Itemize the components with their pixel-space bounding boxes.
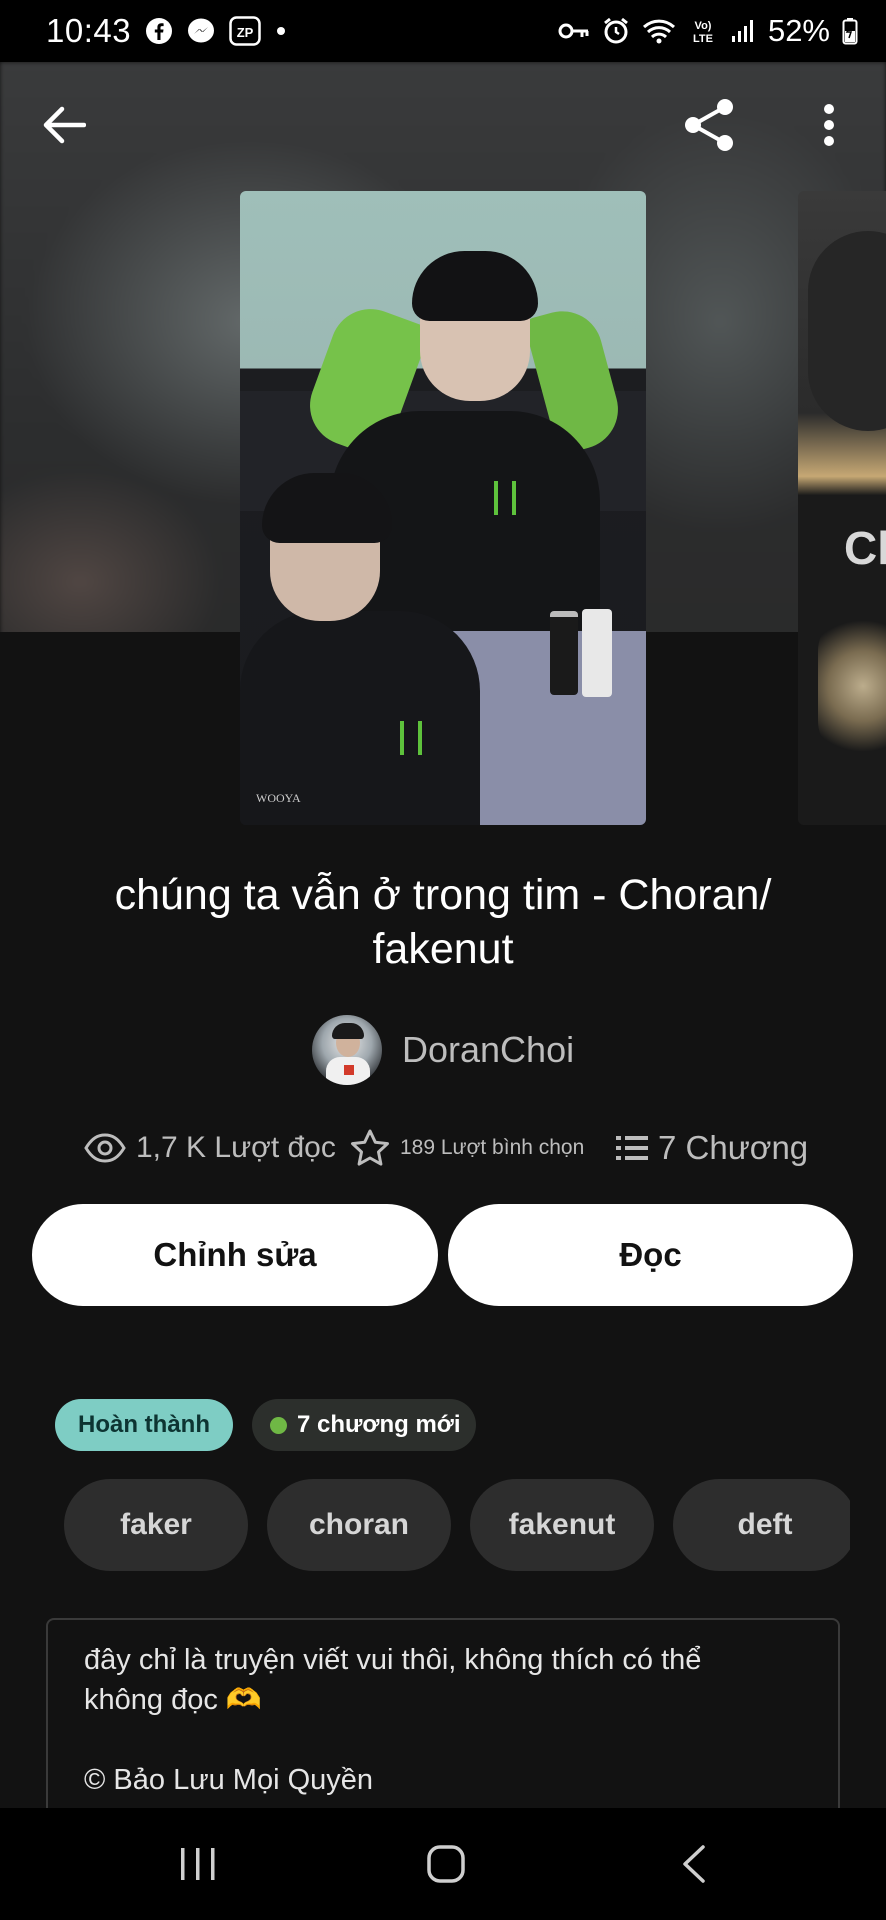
share-button[interactable] [676, 92, 742, 158]
status-time: 10:43 [46, 12, 132, 49]
star-icon [351, 1129, 389, 1166]
eye-icon [84, 1133, 126, 1163]
notification-dot-icon [275, 25, 287, 37]
home-icon [427, 1845, 465, 1883]
more-options-button[interactable] [806, 95, 852, 155]
alarm-icon [602, 17, 630, 45]
tag-chip[interactable]: choran [267, 1479, 451, 1571]
system-navigation-bar [0, 1808, 886, 1920]
next-cover-text: Ch [844, 522, 886, 574]
author-name: DoranChoi [402, 1029, 575, 1070]
next-story-cover[interactable]: Ch [798, 191, 886, 825]
reads-stat: 1,7 K Lượt đọc [84, 1120, 336, 1176]
author-link[interactable]: DoranChoi [312, 1012, 574, 1088]
cover-watermark: WOOYA [256, 791, 301, 805]
wifi-icon [642, 17, 676, 45]
svg-text:Vo): Vo) [695, 20, 712, 32]
tag-chip[interactable]: faker [64, 1479, 248, 1571]
read-button[interactable]: Đọc [448, 1204, 853, 1306]
svg-text:ZP: ZP [237, 25, 254, 40]
more-vertical-icon [824, 104, 834, 146]
new-indicator-dot-icon [270, 1416, 287, 1434]
story-stats: 1,7 K Lượt đọc 189 Lượt bình chọn 7 Chươ… [0, 1120, 886, 1176]
zalo-icon: ZP [229, 16, 261, 46]
battery-percent: 52% [767, 13, 830, 48]
story-cover-image[interactable]: WOOYA [240, 191, 646, 825]
recent-apps-icon [181, 1848, 215, 1880]
recent-apps-button[interactable] [148, 1830, 248, 1898]
system-back-button[interactable] [644, 1830, 744, 1898]
reads-count: 1,7 K Lượt đọc [136, 1131, 336, 1164]
description-line: không đọc 🫶 [84, 1684, 262, 1716]
battery-icon [842, 17, 858, 45]
arrow-left-icon [43, 106, 86, 144]
signal-icon [730, 18, 756, 44]
description-line: đây chỉ là truyện viết vui thôi, không t… [84, 1644, 702, 1676]
share-icon [685, 99, 733, 151]
parts-stat: 7 Chương [616, 1120, 808, 1176]
volte-icon: Vo) LTE [688, 16, 718, 46]
edit-button[interactable]: Chỉnh sửa [32, 1204, 438, 1306]
svg-text:LTE: LTE [693, 33, 713, 45]
status-bar: 10:43 ZP Vo) LTE 52% [0, 0, 886, 62]
story-title: chúng ta vẫn ở trong tim - Choran/ faken… [114, 871, 772, 973]
list-icon [616, 1136, 648, 1160]
tag-chip[interactable]: deft [673, 1479, 850, 1571]
status-badge: Hoàn thành [55, 1399, 233, 1451]
new-parts-badge: 7 chương mới [252, 1399, 476, 1451]
tag-list: faker choran fakenut deft [64, 1479, 850, 1571]
home-button[interactable] [396, 1830, 496, 1898]
tag-chip[interactable]: fakenut [470, 1479, 654, 1571]
back-button[interactable] [34, 95, 94, 155]
votes-count: 189 Lượt bình chọn [400, 1136, 585, 1159]
avatar [312, 1015, 382, 1085]
votes-stat: 189 Lượt bình chọn [350, 1120, 584, 1176]
facebook-icon [145, 17, 173, 45]
parts-count: 7 Chương [658, 1129, 809, 1166]
chevron-left-icon [683, 1845, 705, 1883]
vpn-key-icon [558, 21, 590, 41]
copyright-line: © Bảo Lưu Mọi Quyền [84, 1764, 374, 1796]
new-parts-label: 7 chương mới [297, 1411, 461, 1438]
messenger-icon [187, 17, 215, 45]
